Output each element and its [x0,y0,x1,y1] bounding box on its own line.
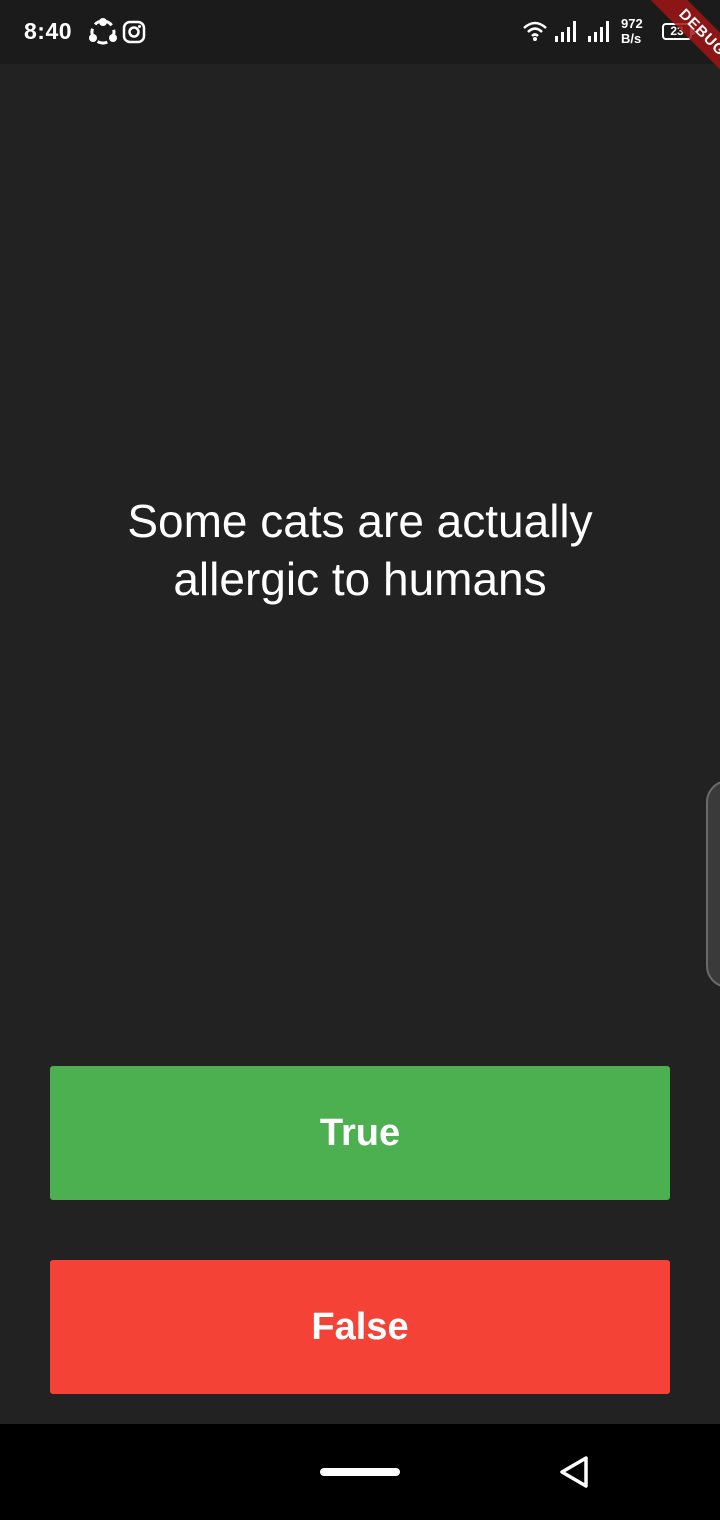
true-button[interactable]: True [50,1066,670,1200]
back-icon[interactable] [554,1452,594,1497]
side-panel-handle[interactable] [706,780,720,988]
wifi-icon [522,20,548,47]
false-button[interactable]: False [50,1260,670,1394]
home-pill-icon[interactable] [320,1468,400,1476]
question-text: Some cats are actually allergic to human… [127,495,593,605]
status-time: 8:40 [24,18,73,44]
network-speed-unit: B/s [621,31,642,46]
navigation-bar [0,1424,720,1520]
network-speed: 972 B/s [621,16,643,46]
signal-icon [586,20,612,47]
signal-icon [553,20,579,47]
status-bar: 8:40 972 B/s 23 [0,0,720,64]
network-speed-value: 972 [621,16,643,31]
share-it-icon [88,18,118,51]
instagram-icon [122,20,146,49]
